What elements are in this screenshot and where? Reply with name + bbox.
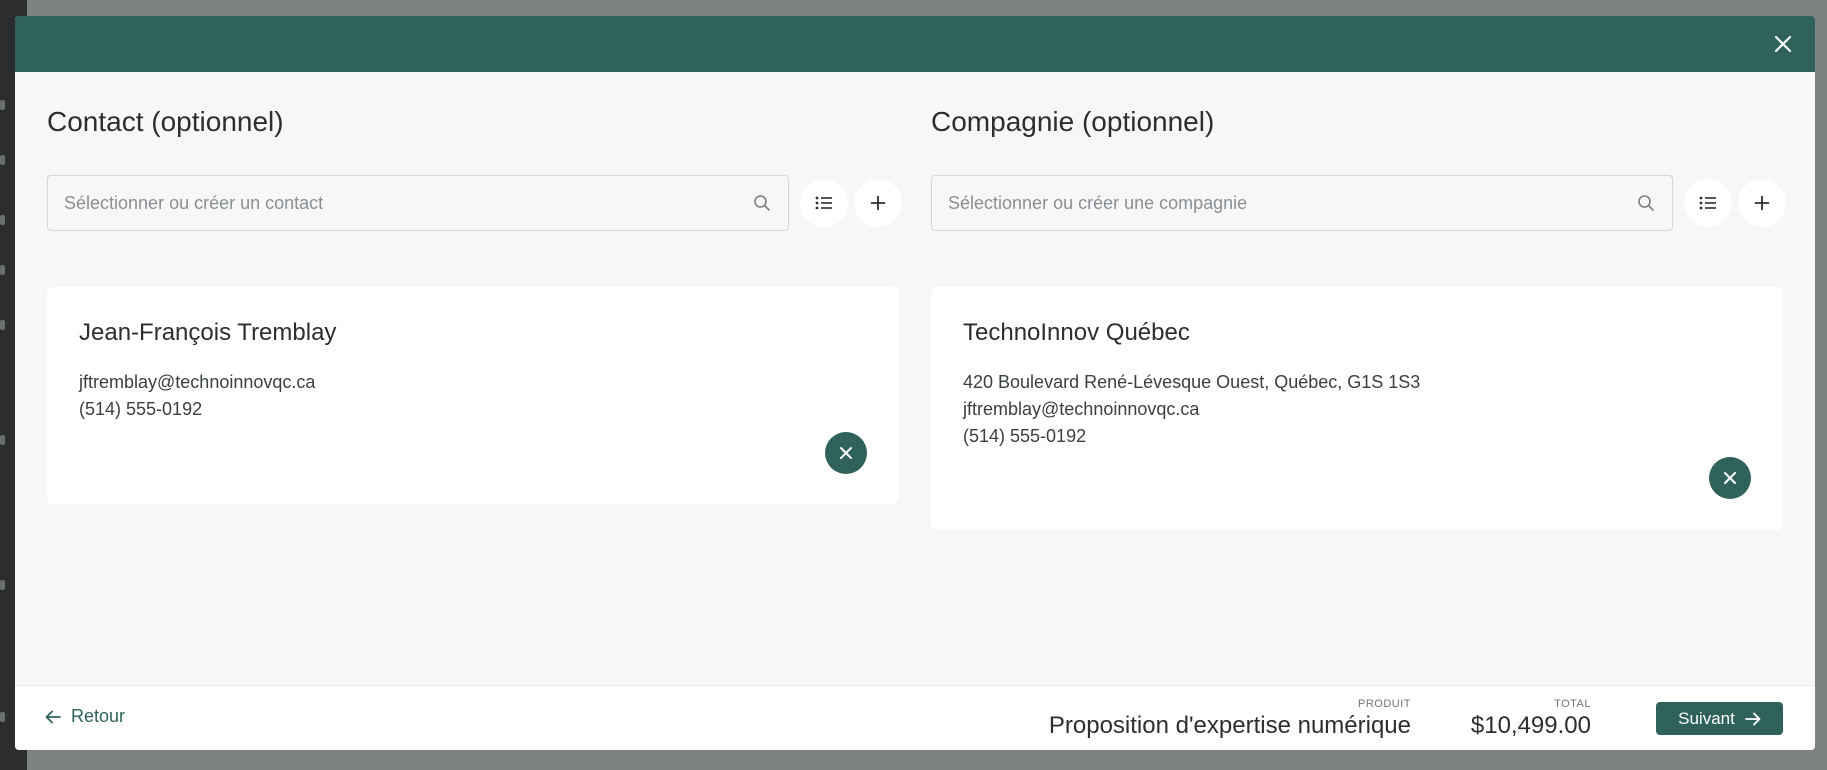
next-label: Suivant	[1678, 708, 1735, 728]
next-button[interactable]: Suivant	[1656, 702, 1783, 735]
sidebar-icon	[0, 712, 5, 722]
company-search-input[interactable]	[948, 192, 1636, 214]
company-search-field[interactable]	[931, 175, 1673, 231]
close-icon	[1724, 472, 1736, 484]
contact-list-button[interactable]	[800, 179, 848, 227]
modal-dialog: Contact (optionnel) Jean-François	[15, 16, 1815, 750]
company-name: TechnoInnov Québec	[963, 319, 1190, 346]
search-icon	[1636, 193, 1656, 213]
product-label: PRODUIT	[1358, 698, 1411, 710]
product-value: Proposition d'expertise numérique	[1048, 712, 1411, 739]
total-summary: TOTAL $10,499.00	[1471, 698, 1591, 740]
back-button[interactable]: Retour	[45, 706, 125, 727]
total-value: $10,499.00	[1470, 712, 1591, 739]
list-icon	[1699, 196, 1716, 210]
contact-name: Jean-François Tremblay	[79, 319, 337, 346]
contact-email: jftremblay@technoinnovqc.ca	[79, 372, 316, 392]
contact-search-field[interactable]	[47, 175, 789, 231]
modal-header	[15, 16, 1815, 72]
contact-search-input[interactable]	[64, 192, 752, 214]
sidebar-icon	[0, 215, 5, 225]
contact-card: Jean-François Tremblay jftremblay@techno…	[47, 287, 899, 504]
contact-section-title: Contact (optionnel)	[47, 106, 284, 137]
company-section-title: Compagnie (optionnel)	[931, 106, 1215, 137]
plus-icon	[1754, 195, 1770, 211]
sidebar-icon	[0, 100, 5, 110]
sidebar-icon	[0, 580, 5, 590]
arrow-right-icon	[1744, 712, 1761, 725]
sidebar-icon	[0, 155, 5, 165]
remove-company-button[interactable]	[1709, 457, 1751, 499]
sidebar-icon	[0, 435, 5, 445]
company-email: jftremblay@technoinnovqc.ca	[963, 399, 1200, 419]
list-icon	[815, 196, 832, 210]
sidebar-icon	[0, 265, 5, 275]
total-label: TOTAL	[1554, 698, 1591, 710]
sidebar-icon	[0, 320, 5, 330]
plus-icon	[870, 195, 886, 211]
company-phone: (514) 555-0192	[963, 426, 1087, 446]
back-label: Retour	[71, 706, 126, 726]
close-icon	[840, 447, 852, 459]
contact-phone: (514) 555-0192	[79, 399, 203, 419]
close-icon	[1774, 35, 1792, 53]
arrow-left-icon	[45, 710, 61, 723]
search-icon	[752, 193, 772, 213]
company-card: TechnoInnov Québec 420 Boulevard René-Lé…	[931, 287, 1783, 530]
add-contact-button[interactable]	[854, 179, 902, 227]
product-summary: PRODUIT Proposition d'expertise numériqu…	[1049, 698, 1411, 740]
close-button[interactable]	[1769, 30, 1797, 58]
company-address: 420 Boulevard René-Lévesque Ouest, Québe…	[963, 372, 1421, 392]
add-company-button[interactable]	[1738, 179, 1786, 227]
modal-footer: Retour PRODUIT Proposition d'expertise n…	[15, 685, 1815, 750]
company-list-button[interactable]	[1684, 179, 1732, 227]
remove-contact-button[interactable]	[825, 432, 867, 474]
